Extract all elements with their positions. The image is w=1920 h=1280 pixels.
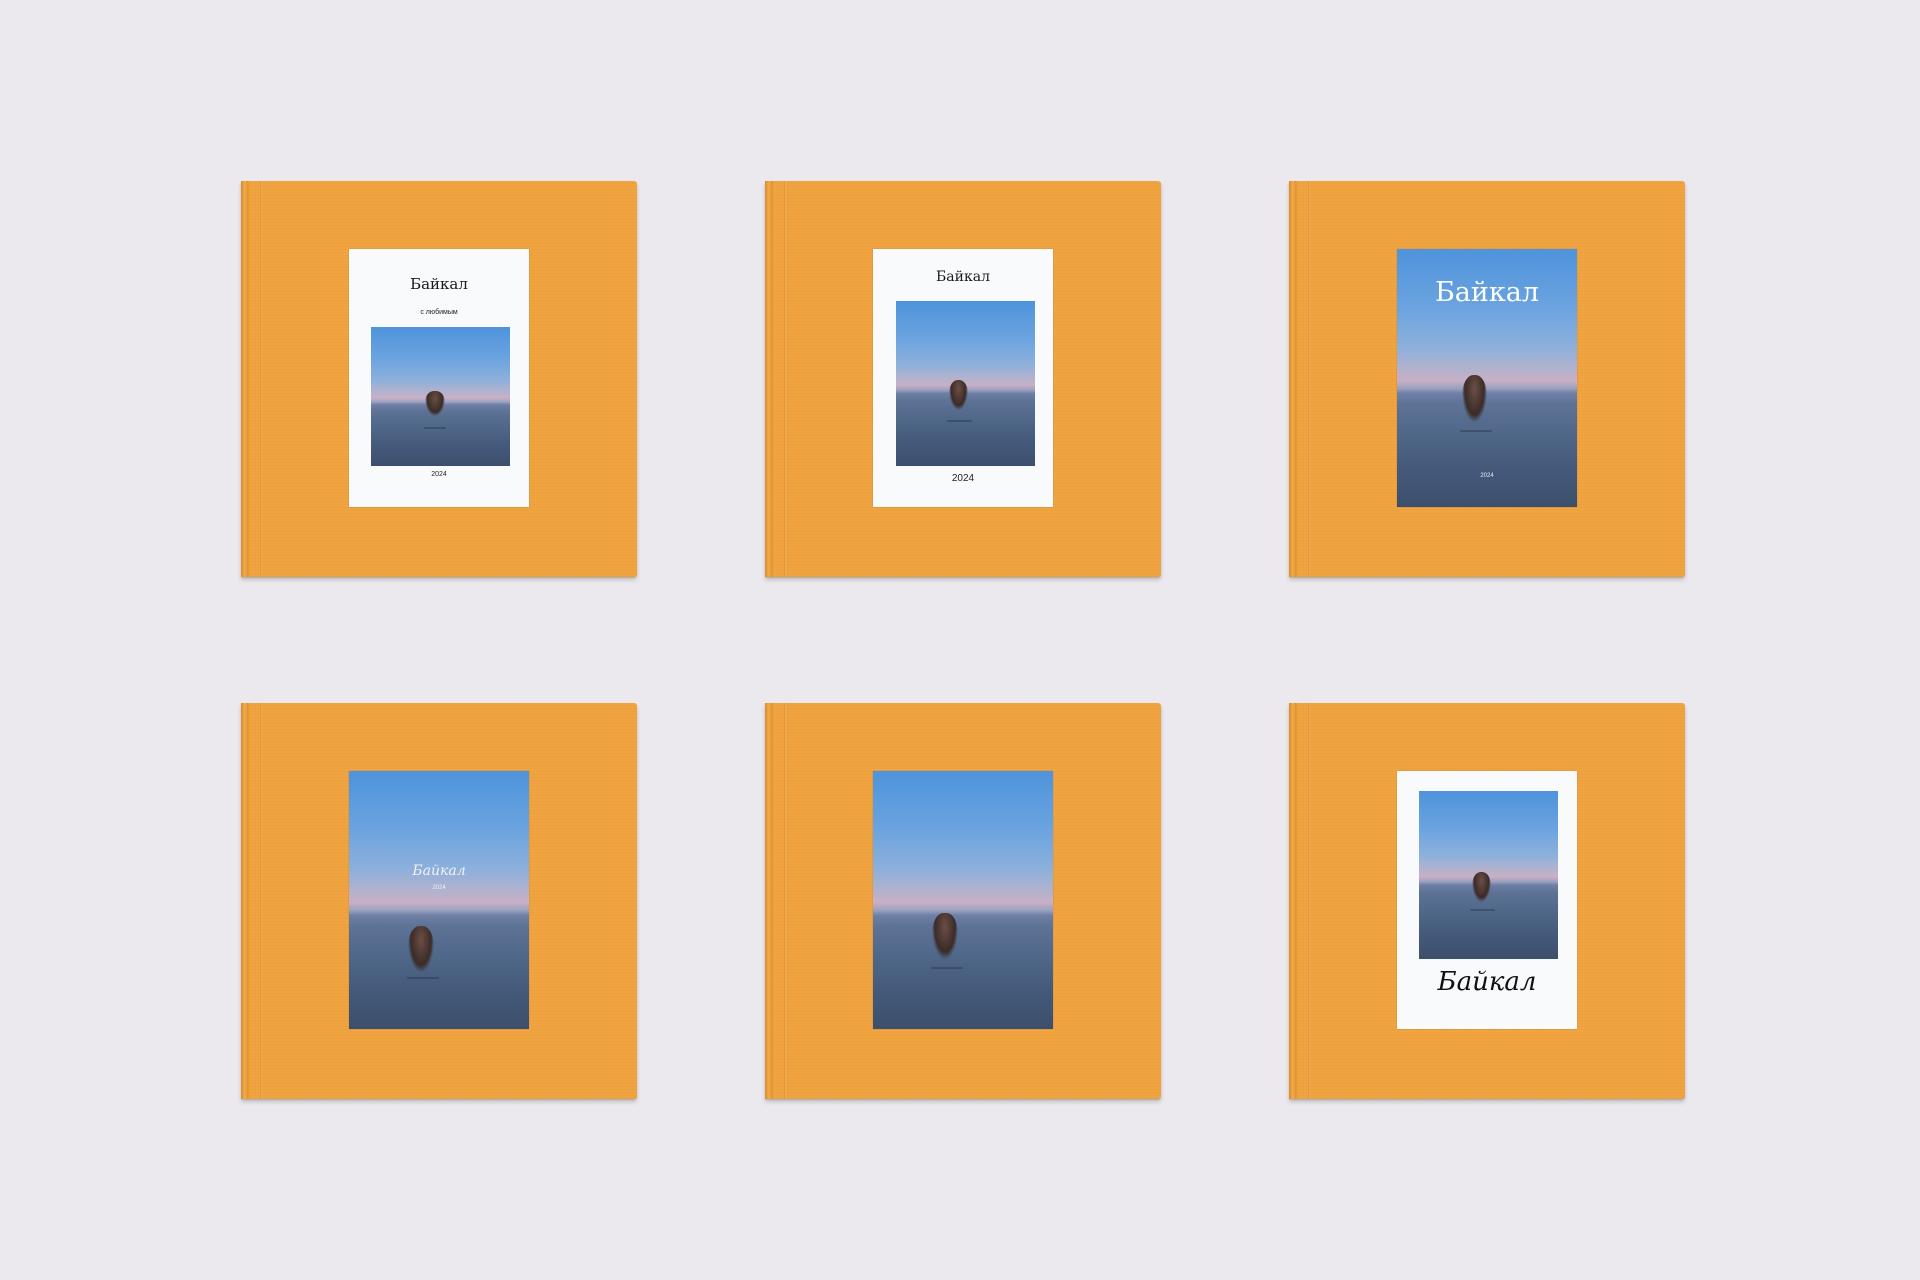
cover-card: Байкал с любимым 2024: [349, 249, 529, 507]
cover-card: [873, 771, 1053, 1029]
photobook-cover-5[interactable]: [765, 703, 1161, 1099]
cover-title: Байкал: [936, 269, 990, 285]
cover-photo: [896, 301, 1035, 466]
photobook-cover-4[interactable]: Байкал 2024: [241, 703, 637, 1099]
cover-card: Байкал 2024: [1397, 249, 1577, 507]
cover-title-handwritten: Байкал: [1437, 967, 1537, 997]
cover-year: 2024: [431, 471, 447, 478]
cover-subtitle: с любимым: [420, 309, 458, 316]
cover-card: Байкал 2024: [349, 771, 529, 1029]
cover-title: Байкал: [410, 275, 468, 293]
photobook-cover-6[interactable]: Байкал: [1289, 703, 1685, 1099]
cover-title: Байкал: [1434, 277, 1540, 308]
photobook-cover-1[interactable]: Байкал с любимым 2024: [241, 181, 637, 577]
cover-photo: [1419, 791, 1558, 959]
cover-card: Байкал 2024: [873, 249, 1053, 507]
cover-year: 2024: [432, 885, 446, 891]
cover-photo: [349, 771, 529, 1029]
cover-photo: [371, 327, 510, 466]
cover-photo: [873, 771, 1053, 1029]
cover-year: 2024: [951, 473, 975, 484]
photobook-cover-3[interactable]: Байкал 2024: [1289, 181, 1685, 577]
cover-title: Байкал: [412, 863, 466, 879]
cover-card: Байкал: [1397, 771, 1577, 1029]
cover-year: 2024: [1480, 473, 1494, 479]
photobook-cover-2[interactable]: Байкал 2024: [765, 181, 1161, 577]
